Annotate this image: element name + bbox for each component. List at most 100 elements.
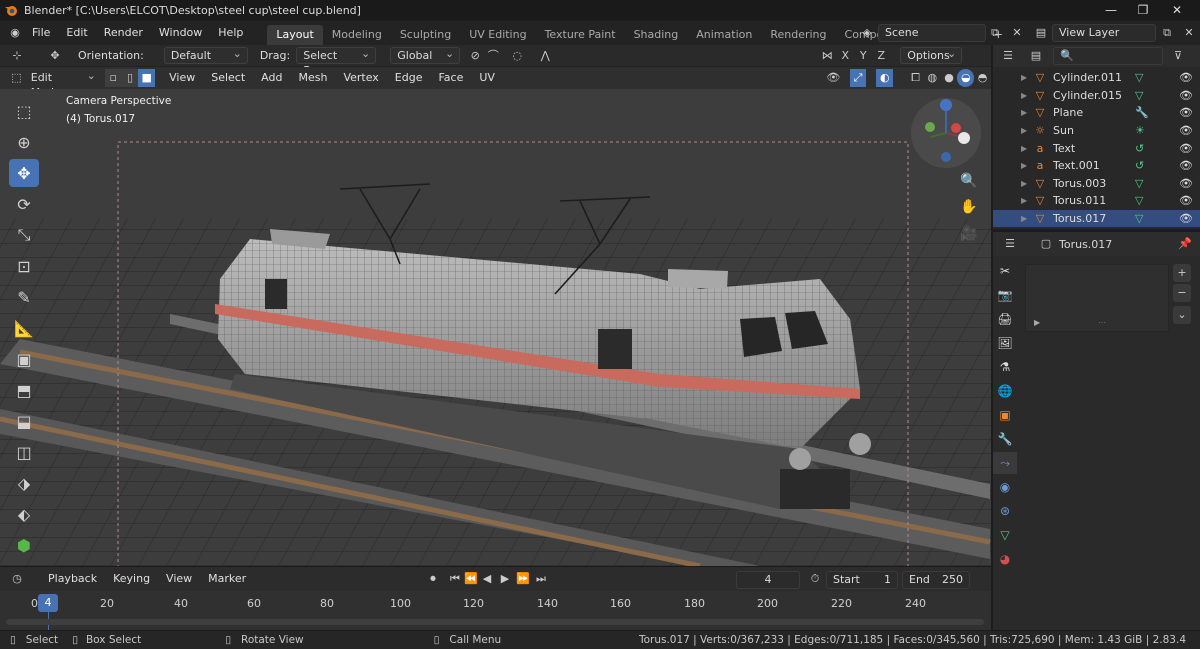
- mode-dropdown[interactable]: Edit Mode: [25, 68, 101, 99]
- end-frame-field[interactable]: End 250: [902, 571, 970, 589]
- scene-canvas[interactable]: [0, 89, 991, 566]
- view-layer-tab-icon[interactable]: 🖼: [993, 332, 1017, 354]
- visibility-eye-icon[interactable]: 👁: [1179, 194, 1193, 207]
- outliner-item-torus-003[interactable]: ▶ ▽ Torus.003 ▽ 👁: [993, 175, 1200, 193]
- material-slot-list[interactable]: ▶ ⋯: [1025, 264, 1169, 332]
- visibility-eye-icon[interactable]: 👁: [1179, 212, 1193, 225]
- play-icon[interactable]: ▶: [496, 570, 514, 588]
- remove-slot-button[interactable]: −: [1173, 284, 1191, 302]
- measure-tool-icon[interactable]: 📐: [9, 314, 39, 342]
- gizmo-toggle-icon[interactable]: ⤢: [849, 69, 867, 87]
- proportional-falloff-icon[interactable]: ⋀: [536, 47, 554, 65]
- inset-tool-icon[interactable]: ⬓: [9, 407, 39, 435]
- tab-texture-paint[interactable]: Texture Paint: [536, 25, 625, 45]
- view-layer-browse-icon[interactable]: ▤: [1032, 24, 1050, 42]
- scene-browse-icon[interactable]: ◈: [858, 24, 876, 42]
- menu-select[interactable]: Select: [203, 66, 253, 90]
- outliner-item-torus-017[interactable]: ▶ ▽ Torus.017 ▽ 👁: [993, 209, 1200, 228]
- add-cube-tool-icon[interactable]: ▣: [9, 345, 39, 373]
- vertex-select-icon[interactable]: ▫: [104, 69, 122, 87]
- view-layer-field[interactable]: View Layer: [1052, 24, 1156, 42]
- new-view-layer-icon[interactable]: ⧉: [1158, 24, 1176, 42]
- filter-icon[interactable]: ⊽: [1169, 47, 1187, 65]
- menu-add[interactable]: Add: [253, 66, 290, 90]
- outliner-item-plane[interactable]: ▶ ▽ Plane 🔧 👁: [993, 104, 1200, 122]
- add-slot-button[interactable]: +: [1173, 264, 1191, 282]
- stopwatch-icon[interactable]: ⏱: [806, 570, 824, 588]
- timeline-scrubber[interactable]: 0 20 40 60 80 100 120 140 160 180 200 22…: [0, 591, 991, 631]
- visibility-eye-icon[interactable]: 👁: [1179, 124, 1193, 137]
- expand-list-icon[interactable]: ▶: [1034, 318, 1040, 327]
- outliner-search-field[interactable]: 🔍: [1053, 47, 1163, 65]
- vertex-groups-icon[interactable]: ▽: [1135, 177, 1143, 190]
- poly-build-tool-icon[interactable]: ⬢: [9, 531, 39, 559]
- vertex-groups-icon[interactable]: ▽: [1135, 194, 1143, 207]
- pan-hand-icon[interactable]: ✋: [960, 198, 978, 216]
- menu-face[interactable]: Face: [430, 66, 471, 90]
- maximize-button[interactable]: ❐: [1126, 0, 1160, 20]
- extrude-tool-icon[interactable]: ⬒: [9, 376, 39, 404]
- vertex-groups-icon[interactable]: ▽: [1135, 89, 1143, 102]
- bevel-tool-icon[interactable]: ◫: [9, 438, 39, 466]
- tab-sculpting[interactable]: Sculpting: [391, 25, 460, 45]
- tool-tab-icon[interactable]: ✂: [993, 260, 1017, 282]
- wrench-modifier-icon[interactable]: 🔧: [1135, 106, 1149, 119]
- visibility-eye-icon[interactable]: 👁: [1179, 159, 1193, 172]
- overlays-toggle-icon[interactable]: ◐: [876, 69, 894, 87]
- wireframe-shading-icon[interactable]: ◍: [924, 69, 941, 87]
- rendered-shading-icon[interactable]: ◓: [974, 69, 991, 87]
- menu-timeline-view[interactable]: View: [158, 567, 200, 591]
- vertex-groups-icon[interactable]: ▽: [1135, 71, 1143, 84]
- outliner-item-torus-011[interactable]: ▶ ▽ Torus.011 ▽ 👁: [993, 192, 1200, 210]
- tab-rendering[interactable]: Rendering: [761, 25, 835, 45]
- snap-icon[interactable]: ⌒: [484, 47, 502, 65]
- outliner-item-text[interactable]: ▶ a Text ↺ 👁: [993, 139, 1200, 157]
- outliner-editor-type-icon[interactable]: ☰: [999, 47, 1017, 65]
- menu-marker[interactable]: Marker: [200, 567, 254, 591]
- navigation-gizmo[interactable]: [910, 97, 982, 169]
- particles-tab-icon[interactable]: ⤳: [993, 452, 1017, 474]
- tab-shading[interactable]: Shading: [625, 25, 688, 45]
- transform-orientation-dropdown[interactable]: Global: [390, 46, 461, 64]
- menu-render[interactable]: Render: [96, 21, 151, 45]
- menu-edit[interactable]: Edit: [58, 21, 95, 45]
- object-tab-icon[interactable]: ▣: [993, 404, 1017, 426]
- move-tool-icon[interactable]: ✥: [9, 159, 39, 187]
- options-dropdown[interactable]: Options: [900, 46, 963, 64]
- visibility-eye-icon[interactable]: 👁: [1179, 142, 1193, 155]
- timeline-editor-type-icon[interactable]: ◷: [8, 570, 26, 588]
- pin-icon[interactable]: 📌: [1176, 235, 1194, 253]
- axis-x-toggle[interactable]: X: [836, 47, 854, 65]
- current-frame-field[interactable]: 4: [736, 571, 800, 589]
- material-shading-icon[interactable]: ◒: [957, 69, 975, 87]
- menu-view[interactable]: View: [161, 66, 203, 90]
- proportional-edit-icon[interactable]: ◌: [508, 47, 526, 65]
- mirror-icon[interactable]: ⋈: [818, 47, 836, 65]
- menu-vertex[interactable]: Vertex: [335, 66, 386, 90]
- display-mode-icon[interactable]: ▤: [1027, 47, 1045, 65]
- list-resize-handle[interactable]: ⋯: [1098, 318, 1106, 327]
- camera-view-icon[interactable]: 🎥: [960, 225, 978, 243]
- cursor-tool-icon[interactable]: ⊕: [9, 128, 39, 156]
- tab-layout[interactable]: Layout: [267, 25, 323, 45]
- scene-tab-icon[interactable]: ⚗: [993, 356, 1017, 378]
- xray-toggle-icon[interactable]: ⧠: [907, 69, 924, 87]
- edge-select-icon[interactable]: ▯: [121, 69, 139, 87]
- annotate-tool-icon[interactable]: ✎: [9, 283, 39, 311]
- render-tab-icon[interactable]: 📷: [993, 284, 1017, 306]
- physics-tab-icon[interactable]: ◉: [993, 476, 1017, 498]
- material-tab-icon[interactable]: ◕: [993, 548, 1017, 570]
- visibility-eye-icon[interactable]: 👁: [1179, 106, 1193, 119]
- outliner-item-cylinder-015[interactable]: ▶ ▽ Cylinder.015 ▽ 👁: [993, 87, 1200, 105]
- output-tab-icon[interactable]: 🖨: [993, 308, 1017, 330]
- close-window-button[interactable]: ✕: [1160, 0, 1194, 20]
- zoom-icon[interactable]: 🔍: [960, 172, 978, 190]
- editor-type-icon[interactable]: ⊹: [8, 47, 26, 65]
- jump-end-icon[interactable]: ⏭: [532, 570, 550, 588]
- minimize-button[interactable]: —: [1094, 0, 1128, 20]
- menu-mesh[interactable]: Mesh: [290, 66, 335, 90]
- visibility-eye-icon[interactable]: 👁: [1179, 71, 1193, 84]
- blender-menu-icon[interactable]: ◉: [6, 24, 24, 42]
- next-keyframe-icon[interactable]: ⏩: [514, 570, 532, 588]
- transform-tool-icon[interactable]: ✥: [46, 47, 64, 65]
